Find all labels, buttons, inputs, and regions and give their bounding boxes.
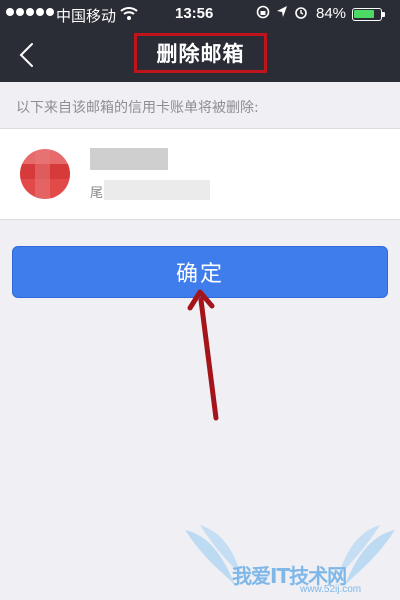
blurred-account-detail: [104, 180, 210, 200]
location-icon: [276, 5, 288, 23]
tail-number-label: 尾: [90, 186, 104, 201]
status-bar: 中国移动 13:56 84%: [0, 0, 400, 28]
battery-icon: [352, 8, 385, 21]
signal-dots-icon: [6, 8, 54, 16]
battery-fill: [354, 10, 374, 18]
rotation-lock-icon: [256, 5, 270, 23]
chevron-left-icon: [19, 43, 33, 67]
avatar: [20, 149, 70, 199]
info-text: 以下来自该邮箱的信用卡账单将被删除:: [16, 100, 259, 116]
watermark-url: www.52ij.com: [300, 584, 362, 595]
page-title: 删除邮箱: [156, 42, 245, 66]
confirm-label: 确定: [175, 262, 224, 287]
carrier-label: 中国移动: [56, 8, 117, 25]
title-highlight-box: 删除邮箱: [134, 33, 267, 73]
alarm-icon: [294, 5, 308, 23]
account-card: [0, 128, 400, 220]
nav-bar: 删除邮箱: [0, 28, 400, 82]
wifi-icon: [120, 6, 138, 24]
battery-percent: 84%: [316, 5, 347, 22]
screen: 中国移动 13:56 84% 删除邮箱 以下来自该邮箱的信用卡账单将被删除: 尾…: [0, 0, 400, 600]
annotation-arrow: [187, 289, 219, 421]
confirm-button[interactable]: 确定: [12, 246, 388, 298]
back-button[interactable]: [8, 36, 44, 74]
status-time: 13:56: [175, 5, 214, 22]
status-right-icons: [256, 5, 308, 23]
blurred-account-name: [90, 148, 168, 170]
